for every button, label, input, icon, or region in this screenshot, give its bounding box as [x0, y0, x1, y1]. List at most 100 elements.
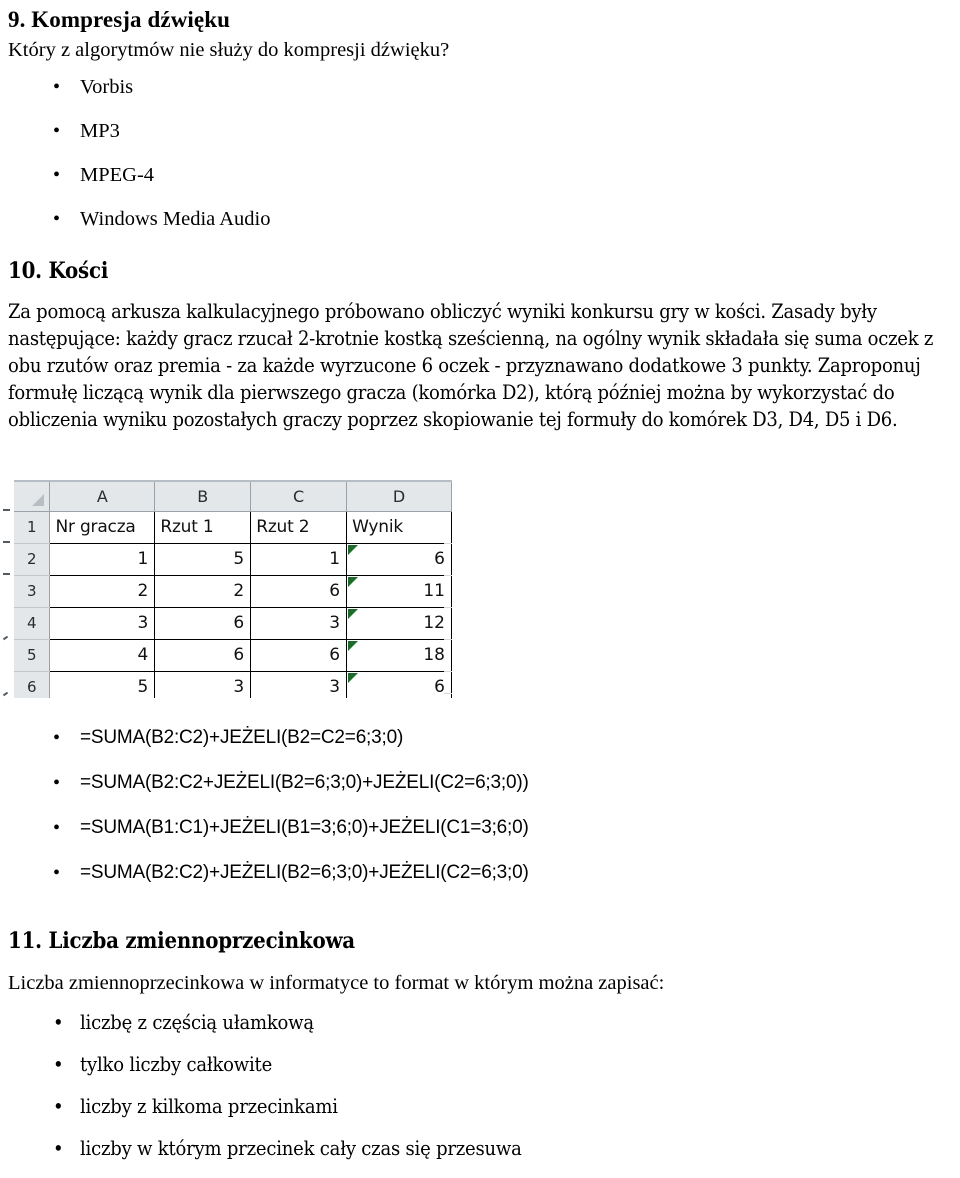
- error-flag-icon: [348, 672, 359, 683]
- table-row: 1 Nr gracza Rzut 1 Rzut 2 Wynik: [14, 510, 452, 544]
- cell-b3[interactable]: 2: [154, 574, 252, 608]
- table-row: 5 4 6 6 18: [14, 638, 452, 672]
- bullet-icon: •: [53, 817, 60, 839]
- column-header-row: A B C D: [14, 482, 452, 512]
- option-label: =SUMA(B1:C1)+JEŻELI(B1=3;6;0)+JEŻELI(C1=…: [80, 817, 529, 838]
- bullet-icon: •: [53, 164, 61, 186]
- cell-c5[interactable]: 6: [250, 638, 348, 672]
- page-title-11: 11. Liczba zmiennoprzecinkowa: [8, 928, 355, 954]
- bullet-icon: •: [53, 1136, 64, 1160]
- row-header-1[interactable]: 1: [14, 511, 51, 544]
- spreadsheet-grid: A B C D 1 Nr gracza Rzut 1 Rzut 2 Wynik: [14, 482, 452, 698]
- column-header-a[interactable]: A: [49, 482, 156, 512]
- question-intro-9: Który z algorytmów nie służy do kompresj…: [8, 39, 450, 61]
- cell-d6[interactable]: 6: [346, 670, 452, 698]
- column-header-c[interactable]: C: [250, 482, 348, 512]
- row-header-4[interactable]: 4: [14, 607, 51, 640]
- column-header-d[interactable]: D: [346, 482, 452, 512]
- cell-value: 12: [423, 613, 445, 633]
- question-intro-10: Za pomocą arkusza kalkulacyjnego próbowa…: [8, 299, 934, 431]
- question-intro-11: Liczba zmiennoprzecinkowa w informatyce …: [8, 972, 665, 994]
- cell-value: 6: [434, 549, 445, 569]
- cell-a3[interactable]: 2: [49, 574, 156, 608]
- outline-strip: [0, 481, 14, 698]
- cell-a5[interactable]: 4: [49, 638, 156, 672]
- option-label: liczbę z częścią ułamkową: [80, 1010, 314, 1034]
- cell-c4[interactable]: 3: [250, 606, 348, 640]
- cell-value: 6: [434, 677, 445, 697]
- bullet-icon: •: [53, 120, 61, 142]
- option-label: =SUMA(B2:C2)+JEŻELI(B2=C2=6;3;0): [80, 727, 404, 748]
- cell-d2[interactable]: 6: [346, 542, 452, 576]
- option-label: tylko liczby całkowite: [80, 1052, 273, 1076]
- list-item[interactable]: • =SUMA(B2:C2)+JEŻELI(B2=6;3;0)+JEŻELI(C2…: [8, 861, 952, 885]
- option-label: =SUMA(B2:C2+JEŻELI(B2=6;3;0)+JEŻELI(C2=6…: [80, 772, 529, 793]
- error-flag-icon: [348, 576, 359, 587]
- list-item[interactable]: • Vorbis: [8, 75, 952, 99]
- list-item[interactable]: • tylko liczby całkowite: [8, 1052, 952, 1076]
- table-row: 4 3 6 3 12: [14, 606, 452, 640]
- cell-d4[interactable]: 12: [346, 606, 452, 640]
- row-header-6[interactable]: 6: [14, 671, 51, 698]
- row-header-3[interactable]: 3: [14, 575, 51, 608]
- list-item[interactable]: • MP3: [8, 119, 952, 143]
- cell-value: 18: [423, 645, 445, 665]
- option-label: MP3: [80, 120, 120, 142]
- list-item[interactable]: • liczbę z częścią ułamkową: [8, 1010, 952, 1034]
- cell-a6[interactable]: 5: [49, 670, 156, 698]
- option-label: liczby w którym przecinek cały czas się …: [80, 1136, 522, 1160]
- cell-b4[interactable]: 6: [154, 606, 252, 640]
- list-item[interactable]: • liczby w którym przecinek cały czas się…: [8, 1136, 952, 1160]
- bullet-icon: •: [53, 727, 60, 749]
- cell-d1[interactable]: Wynik: [346, 510, 452, 544]
- cell-c6[interactable]: 3: [250, 670, 348, 698]
- answer-options-10: • =SUMA(B2:C2)+JEŻELI(B2=C2=6;3;0) • =SUMA…: [8, 726, 952, 906]
- question-section-10: 10. Kości Za pomocą arkusza kalkulacyjne…: [8, 258, 956, 433]
- select-all-corner[interactable]: [14, 482, 51, 512]
- cell-c3[interactable]: 6: [250, 574, 348, 608]
- row-header-2[interactable]: 2: [14, 543, 51, 576]
- cell-d5[interactable]: 18: [346, 638, 452, 672]
- bullet-icon: •: [53, 862, 60, 884]
- list-item[interactable]: • Windows Media Audio: [8, 207, 952, 231]
- cell-a1[interactable]: Nr gracza: [49, 510, 156, 544]
- cell-a2[interactable]: 1: [49, 542, 156, 576]
- option-label: liczby z kilkoma przecinkami: [80, 1094, 338, 1118]
- table-row: 3 2 2 6 11: [14, 574, 452, 608]
- list-item[interactable]: • =SUMA(B2:C2+JEŻELI(B2=6;3;0)+JEŻELI(C2=…: [8, 771, 952, 795]
- option-label: =SUMA(B2:C2)+JEŻELI(B2=6;3;0)+JEŻELI(C2=…: [80, 862, 529, 883]
- spreadsheet: A B C D 1 Nr gracza Rzut 1 Rzut 2 Wynik: [0, 477, 452, 698]
- cell-b5[interactable]: 6: [154, 638, 252, 672]
- cell-d3[interactable]: 11: [346, 574, 452, 608]
- cell-b2[interactable]: 5: [154, 542, 252, 576]
- table-row: 2 1 5 1 6: [14, 542, 452, 576]
- error-flag-icon: [348, 608, 359, 619]
- select-all-triangle-icon: [32, 493, 45, 506]
- bullet-icon: •: [53, 1010, 64, 1034]
- error-flag-icon: [348, 544, 359, 555]
- page-title-10: 10. Kości: [8, 258, 109, 284]
- error-flag-icon: [348, 640, 359, 651]
- list-item[interactable]: • =SUMA(B1:C1)+JEŻELI(B1=3;6;0)+JEŻELI(C1…: [8, 816, 952, 840]
- question-section-11: 11. Liczba zmiennoprzecinkowa Liczba zmi…: [8, 928, 952, 1178]
- cell-b6[interactable]: 3: [154, 670, 252, 698]
- answer-options-11: • liczbę z częścią ułamkową • tylko liczby…: [8, 1010, 952, 1160]
- document-page: 9. Kompresja dźwięku Który z algorytmów …: [0, 0, 960, 1167]
- row-header-5[interactable]: 5: [14, 639, 51, 672]
- cell-c2[interactable]: 1: [250, 542, 348, 576]
- bullet-icon: •: [53, 772, 60, 794]
- spreadsheet-screenshot: A B C D 1 Nr gracza Rzut 1 Rzut 2 Wynik: [0, 477, 452, 698]
- cell-b1[interactable]: Rzut 1: [154, 510, 252, 544]
- cell-c1[interactable]: Rzut 2: [250, 510, 348, 544]
- list-item[interactable]: • =SUMA(B2:C2)+JEŻELI(B2=C2=6;3;0): [8, 726, 952, 750]
- list-item[interactable]: • liczby z kilkoma przecinkami: [8, 1094, 952, 1118]
- cell-value: 11: [423, 581, 445, 601]
- column-header-b[interactable]: B: [154, 482, 252, 512]
- option-label: Windows Media Audio: [80, 208, 271, 230]
- cell-a4[interactable]: 3: [49, 606, 156, 640]
- list-item[interactable]: • MPEG-4: [8, 163, 952, 187]
- page-title-9: 9. Kompresja dźwięku: [8, 7, 230, 32]
- bullet-icon: •: [53, 76, 61, 98]
- bullet-icon: •: [53, 1052, 64, 1076]
- bullet-icon: •: [53, 1094, 64, 1118]
